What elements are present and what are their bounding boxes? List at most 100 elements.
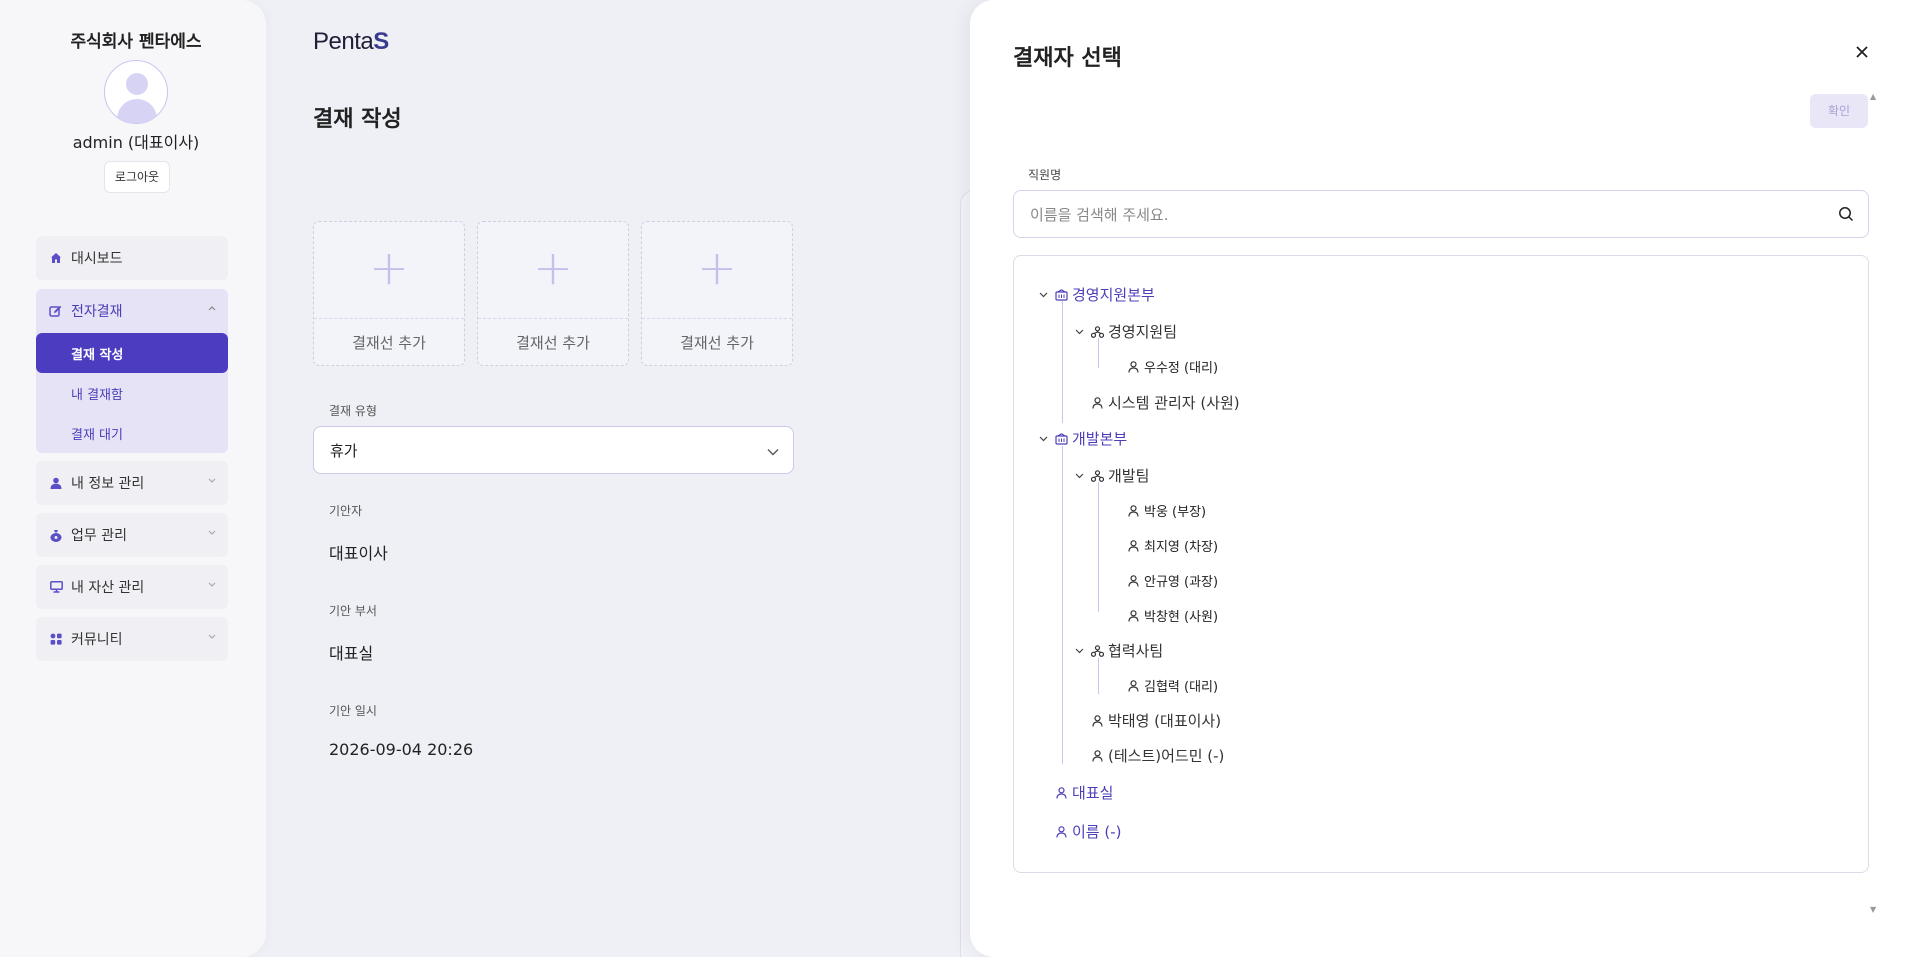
logo-s: S <box>373 28 389 55</box>
tree-node-label: 김협력 (대리) <box>1144 680 1219 695</box>
logo[interactable]: PentaS <box>313 28 389 56</box>
menu-item-community[interactable]: 커뮤니티 <box>36 617 228 661</box>
approval-type-value: 휴가 <box>330 441 358 460</box>
add-approval-line-card[interactable]: + 결재선 추가 <box>313 221 465 366</box>
bag-icon <box>49 528 63 542</box>
tree-node-label: 협력사팀 <box>1108 642 1164 660</box>
plus-icon: + <box>696 240 738 296</box>
tree-node-person[interactable]: 우수정 (대리) <box>1126 357 1218 376</box>
person-icon <box>1090 396 1104 410</box>
tree-node-person[interactable]: 박창현 (사원) <box>1126 606 1218 625</box>
tree-node-person[interactable]: 시스템 관리자 (사원) <box>1090 392 1240 413</box>
person-icon <box>1054 825 1068 839</box>
tree-node-person[interactable]: 김협력 (대리) <box>1126 676 1218 695</box>
scroll-down-arrow[interactable]: ▼ <box>1870 905 1876 914</box>
menu-item-approval[interactable]: 전자결재 <box>36 289 228 333</box>
tree-guide-line <box>1062 446 1063 764</box>
drafter-label: 기안자 <box>329 504 363 518</box>
building-icon <box>1054 288 1068 302</box>
menu-item-my-info[interactable]: 내 정보 관리 <box>36 461 228 505</box>
tree-node-person[interactable]: 박태영 (대표이사) <box>1090 710 1221 731</box>
chevron-down-icon[interactable] <box>1072 644 1086 658</box>
add-card-label: 결재선 추가 <box>680 334 754 352</box>
tree-guide-line <box>1062 301 1063 423</box>
logo-text: Penta <box>313 28 374 55</box>
chevron-down-icon <box>208 632 216 643</box>
avatar-head <box>126 73 148 95</box>
tree-node-label: 박웅 (부장) <box>1144 505 1207 520</box>
menu-label-my-info: 내 정보 관리 <box>71 476 145 492</box>
grid-icon <box>49 632 63 646</box>
add-approval-line-card[interactable]: + 결재선 추가 <box>641 221 793 366</box>
search-box <box>1013 190 1869 238</box>
tree-node-label: (테스트)어드민 (-) <box>1108 747 1225 765</box>
card-divider <box>642 318 792 319</box>
tree-node-root[interactable]: 대표실 <box>1054 782 1113 803</box>
approver-select-panel: 결재자 선택 확인 ▲ 직원명 경영지원본부 경영지원팀 우수정 (대리) <box>970 0 1920 957</box>
company-name: 주식회사 펜타에스 <box>70 32 202 52</box>
avatar <box>104 60 168 124</box>
approval-type-select[interactable]: 휴가 <box>313 426 794 474</box>
org-tree: 경영지원본부 경영지원팀 우수정 (대리) 시스템 관리자 (사원) 개발본부 … <box>1013 255 1869 873</box>
home-icon <box>49 251 63 265</box>
menu-item-work[interactable]: 업무 관리 <box>36 513 228 557</box>
tree-node-root[interactable]: 이름 (-) <box>1054 821 1122 842</box>
plus-icon: + <box>368 240 410 296</box>
confirm-button[interactable]: 확인 <box>1810 94 1868 128</box>
close-icon[interactable] <box>1854 44 1872 62</box>
tree-node-label: 박태영 (대표이사) <box>1108 712 1222 730</box>
person-icon <box>1126 539 1140 553</box>
search-label: 직원명 <box>1028 168 1062 182</box>
menu-item-assets[interactable]: 내 자산 관리 <box>36 565 228 609</box>
tree-node-dept[interactable]: 경영지원본부 <box>1036 284 1155 305</box>
team-icon <box>1090 644 1104 658</box>
tree-guide-line <box>1098 658 1099 694</box>
tree-node-label: 이름 (-) <box>1072 823 1122 841</box>
menu-label-work: 업무 관리 <box>71 528 127 544</box>
tree-node-person[interactable]: 안규영 (과장) <box>1126 571 1218 590</box>
scroll-up-arrow[interactable]: ▲ <box>1870 92 1876 101</box>
tree-node-label: 개발본부 <box>1072 430 1128 448</box>
chevron-down-icon[interactable] <box>1072 469 1086 483</box>
person-icon <box>1126 360 1140 374</box>
tree-node-team[interactable]: 협력사팀 <box>1072 640 1163 661</box>
menu-label-assets: 내 자산 관리 <box>71 580 145 596</box>
chevron-down-icon[interactable] <box>1036 288 1050 302</box>
chevron-down-icon[interactable] <box>1072 325 1086 339</box>
tree-node-person[interactable]: 최지영 (차장) <box>1126 536 1218 555</box>
chevron-down-icon <box>208 528 216 539</box>
tree-node-label: 시스템 관리자 (사원) <box>1108 394 1240 412</box>
search-icon[interactable] <box>1838 206 1854 226</box>
person-icon <box>1126 609 1140 623</box>
logout-button[interactable]: 로그아웃 <box>104 161 170 193</box>
tree-node-team[interactable]: 개발팀 <box>1072 465 1149 486</box>
menu-item-dashboard[interactable]: 대시보드 <box>36 236 228 280</box>
tree-node-dept[interactable]: 개발본부 <box>1036 428 1127 449</box>
draft-dept-value: 대표실 <box>329 644 374 663</box>
modal-title: 결재자 선택 <box>1013 46 1122 71</box>
tree-node-label: 안규영 (과장) <box>1144 575 1219 590</box>
card-divider <box>478 318 628 319</box>
team-icon <box>1090 325 1104 339</box>
tree-node-label: 대표실 <box>1072 784 1114 802</box>
search-input[interactable] <box>1030 203 1810 227</box>
page-title: 결재 작성 <box>313 107 402 132</box>
tree-node-person[interactable]: (테스트)어드민 (-) <box>1090 745 1224 766</box>
submenu-pending[interactable]: 결재 대기 <box>36 413 228 453</box>
add-approval-line-card[interactable]: + 결재선 추가 <box>477 221 629 366</box>
plus-icon: + <box>532 240 574 296</box>
tree-node-team[interactable]: 경영지원팀 <box>1072 321 1177 342</box>
tree-guide-line <box>1098 338 1099 368</box>
chevron-up-icon <box>208 303 216 314</box>
tree-node-label: 개발팀 <box>1108 467 1150 485</box>
tree-node-person[interactable]: 박웅 (부장) <box>1126 501 1206 520</box>
user-name: admin (대표이사) <box>72 133 200 152</box>
submenu-my-approvals[interactable]: 내 결재함 <box>36 373 228 413</box>
draft-date-value: 2026-09-04 20:26 <box>329 740 474 759</box>
submenu-approval-write[interactable]: 결재 작성 <box>36 333 228 373</box>
person-icon <box>1090 714 1104 728</box>
monitor-icon <box>49 580 63 594</box>
tree-node-label: 박창현 (사원) <box>1144 610 1219 625</box>
chevron-down-icon[interactable] <box>1036 432 1050 446</box>
tree-node-label: 우수정 (대리) <box>1144 361 1219 376</box>
